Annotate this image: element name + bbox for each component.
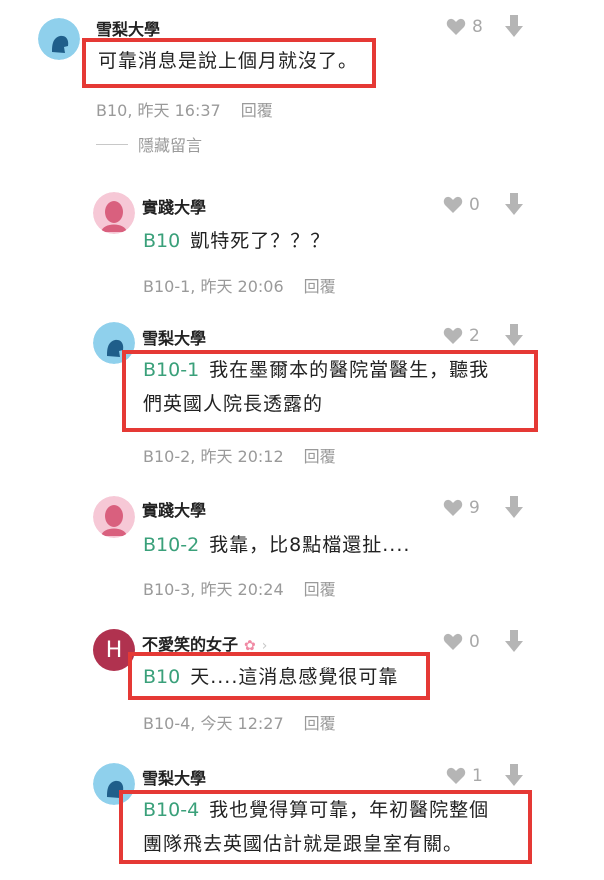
dislike-arrow-icon[interactable] xyxy=(505,496,523,518)
avatar[interactable] xyxy=(93,496,135,538)
username[interactable]: 實踐大學 xyxy=(142,194,206,218)
like-button[interactable]: 2 xyxy=(443,326,480,346)
heart-icon xyxy=(443,499,463,516)
reply-button[interactable]: 回覆 xyxy=(304,277,336,296)
heart-icon xyxy=(446,767,466,784)
heart-icon xyxy=(446,18,466,35)
dislike-arrow-icon[interactable] xyxy=(505,764,523,786)
username[interactable]: 雪梨大學 xyxy=(142,325,206,349)
username[interactable]: 雪梨大學 xyxy=(142,765,206,789)
comment-meta: B10-2, 昨天 20:12 回覆 xyxy=(143,447,336,466)
user-avatar-icon xyxy=(93,496,135,538)
reply-button[interactable]: 回覆 xyxy=(304,447,336,466)
dislike-arrow-icon[interactable] xyxy=(505,324,523,346)
heart-icon xyxy=(443,633,463,650)
reply-button[interactable]: 回覆 xyxy=(241,101,273,120)
heart-icon xyxy=(443,327,463,344)
reply-reference-link[interactable]: B10-2 xyxy=(143,534,199,556)
avatar[interactable] xyxy=(38,18,80,60)
dislike-arrow-icon[interactable] xyxy=(505,15,523,37)
comment-meta: B10, 昨天 16:37 回覆 xyxy=(96,101,273,120)
highlight-box xyxy=(82,38,376,88)
like-button[interactable]: 9 xyxy=(443,498,480,518)
divider xyxy=(96,143,128,145)
heart-icon xyxy=(443,196,463,213)
like-count: 1 xyxy=(472,766,483,786)
avatar[interactable] xyxy=(93,192,135,234)
highlight-box xyxy=(119,790,532,864)
user-avatar-icon xyxy=(38,18,80,60)
dislike-arrow-icon[interactable] xyxy=(505,630,523,652)
like-button[interactable]: 8 xyxy=(446,17,483,37)
like-button[interactable]: 0 xyxy=(443,632,480,652)
comment-meta: B10-1, 昨天 20:06 回覆 xyxy=(143,277,336,296)
comment-text: B10 凱特死了？？？ xyxy=(143,230,331,252)
username[interactable]: 實踐大學 xyxy=(142,497,206,521)
highlight-box xyxy=(122,350,538,432)
like-count: 9 xyxy=(469,498,480,518)
like-button[interactable]: 0 xyxy=(443,195,480,215)
reply-button[interactable]: 回覆 xyxy=(304,714,336,733)
like-button[interactable]: 1 xyxy=(446,766,483,786)
username[interactable]: 雪梨大學 xyxy=(96,16,160,40)
hidden-replies-toggle[interactable]: 隱藏留言 xyxy=(96,132,202,156)
comment-text: B10-2 我靠，比8點檔還扯.... xyxy=(143,534,411,556)
hidden-replies-label: 隱藏留言 xyxy=(138,136,203,155)
reply-button[interactable]: 回覆 xyxy=(304,580,336,599)
like-count: 0 xyxy=(469,195,480,215)
like-count: 2 xyxy=(469,326,480,346)
like-count: 8 xyxy=(472,17,483,37)
comment-meta: B10-4, 今天 12:27 回覆 xyxy=(143,714,336,733)
avatar-letter: H xyxy=(105,637,123,663)
highlight-box xyxy=(128,652,430,700)
like-count: 0 xyxy=(469,632,480,652)
user-avatar-icon xyxy=(93,192,135,234)
comment-meta: B10-3, 昨天 20:24 回覆 xyxy=(143,580,336,599)
dislike-arrow-icon[interactable] xyxy=(505,193,523,215)
reply-reference-link[interactable]: B10 xyxy=(143,230,180,252)
